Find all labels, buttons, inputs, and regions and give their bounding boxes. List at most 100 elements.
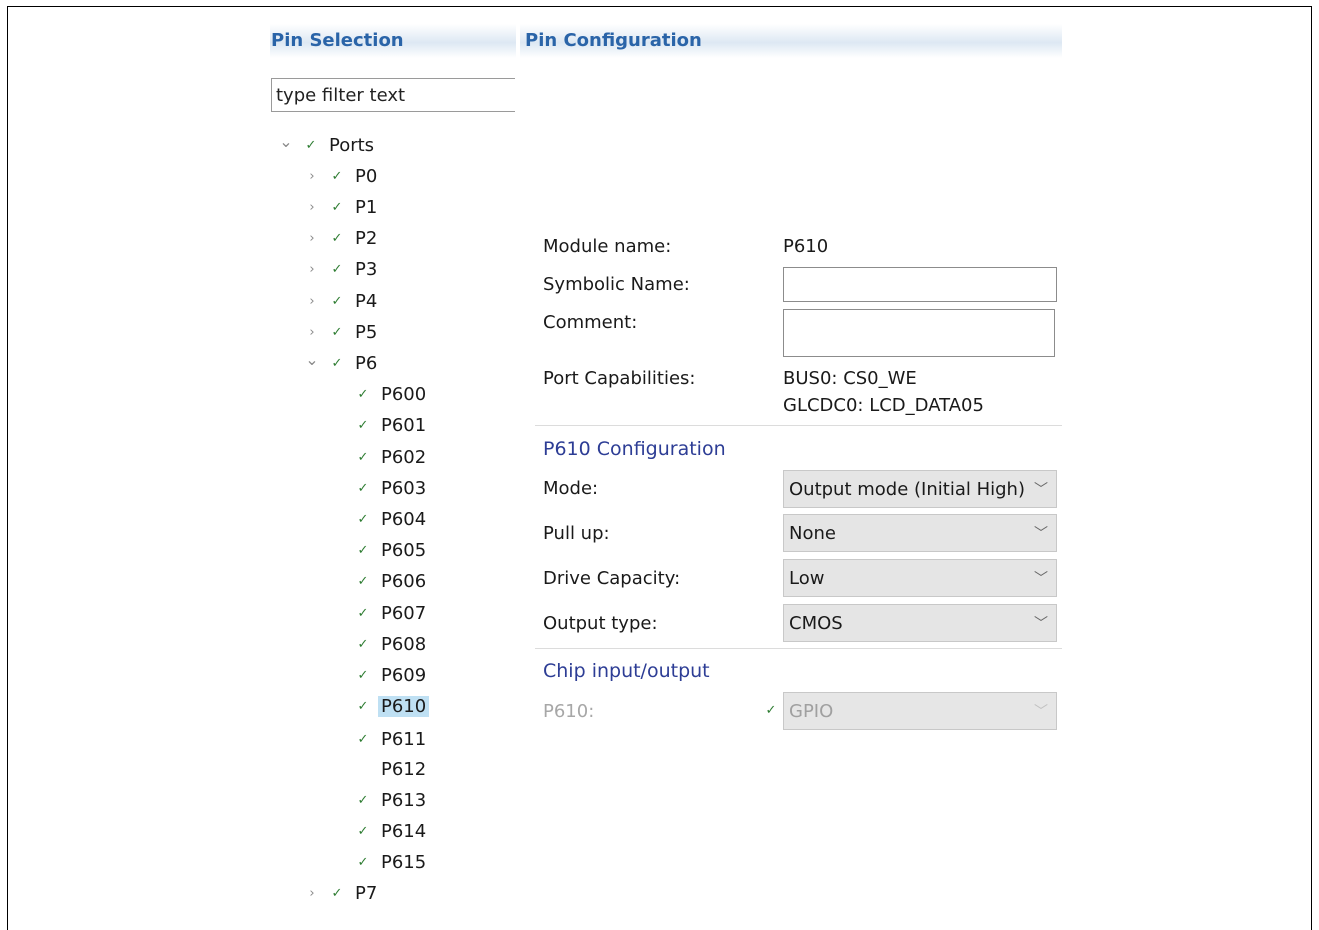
chevron-down-icon: ﹀: [1034, 526, 1048, 542]
tree-item-p603[interactable]: ✓ P603: [357, 474, 427, 502]
tree-item-p1[interactable]: › ✓ P1: [305, 193, 377, 221]
tree-item-label: P606: [381, 571, 427, 593]
tree-item-label: P0: [355, 165, 378, 187]
tree-item-label: P604: [381, 508, 427, 530]
mode-select[interactable]: Output mode (Initial High) ﹀: [783, 470, 1057, 508]
chip-input-output-heading: Chip input/output: [543, 660, 710, 682]
tree-item-p601[interactable]: ✓ P601: [357, 412, 427, 440]
tree-item-p609[interactable]: ✓ P609: [357, 661, 427, 689]
tree-item-label: P1: [355, 196, 378, 218]
filter-input[interactable]: type filter text: [271, 78, 515, 112]
chevron-down-icon: ﹀: [1034, 616, 1048, 632]
drive-capacity-label: Drive Capacity:: [543, 568, 681, 589]
check-icon: ✓: [357, 762, 369, 777]
pull-up-label: Pull up:: [543, 523, 610, 544]
check-icon: ✓: [357, 667, 369, 683]
module-name-value: P610: [783, 236, 829, 257]
check-icon: ✓: [357, 511, 369, 527]
tree-item-p612[interactable]: ✓ P612: [357, 755, 426, 783]
check-icon: ✓: [331, 293, 343, 309]
pin-selection-title: Pin Selection: [271, 30, 404, 51]
chip-pin-label: P610:: [543, 701, 595, 722]
chevron-right-icon[interactable]: ›: [305, 325, 319, 340]
check-icon: ✓: [357, 449, 369, 465]
check-icon: ✓: [357, 480, 369, 496]
chevron-down-icon[interactable]: ⌄: [279, 132, 293, 151]
tree-item-p606[interactable]: ✓ P606: [357, 568, 427, 596]
chevron-right-icon[interactable]: ›: [305, 886, 319, 901]
chevron-down-icon[interactable]: ⌄: [305, 350, 319, 369]
check-icon: ✓: [331, 262, 343, 278]
chevron-down-icon: ﹀: [1034, 571, 1048, 587]
tree-item-p608[interactable]: ✓ P608: [357, 630, 427, 658]
tree-item-ports[interactable]: ⌄ ✓ Ports: [279, 131, 374, 159]
tree-item-p615[interactable]: ✓ P615: [357, 849, 427, 877]
tree-item-label: P611: [381, 729, 427, 751]
check-icon: ✓: [357, 574, 369, 590]
tree-item-p6[interactable]: ⌄ ✓ P6: [305, 349, 377, 377]
tree-item-label: P602: [381, 446, 427, 468]
tree-item-p604[interactable]: ✓ P604: [357, 505, 427, 533]
symbolic-name-field[interactable]: [783, 267, 1057, 302]
check-icon: ✓: [357, 823, 369, 839]
drive-capacity-select[interactable]: Low ﹀: [783, 559, 1057, 597]
tree-item-p610[interactable]: ✓ P610: [357, 693, 430, 721]
chip-pin-select-value: GPIO: [789, 701, 834, 722]
output-type-select[interactable]: CMOS ﹀: [783, 604, 1057, 642]
tree-item-label: P3: [355, 259, 378, 281]
tree-item-p605[interactable]: ✓ P605: [357, 537, 427, 565]
tree-item-p613[interactable]: ✓ P613: [357, 786, 427, 814]
tree-item-p2[interactable]: › ✓ P2: [305, 225, 377, 253]
tree-item-label: P615: [381, 852, 427, 874]
chevron-right-icon[interactable]: ›: [305, 231, 319, 246]
check-icon: ✓: [331, 199, 343, 215]
check-icon: ✓: [331, 231, 343, 247]
tree-item-p4[interactable]: › ✓ P4: [305, 287, 377, 315]
chip-pin-select[interactable]: GPIO ﹀: [783, 692, 1057, 730]
mode-select-value: Output mode (Initial High): [789, 479, 1025, 500]
tree-item-label: P6: [355, 352, 378, 374]
chevron-right-icon[interactable]: ›: [305, 262, 319, 277]
tree-item-label: P605: [381, 540, 427, 562]
check-icon: ✓: [357, 543, 369, 559]
tree-item-label: P7: [355, 883, 378, 905]
port-capability-2: GLCDC0: LCD_DATA05: [783, 395, 984, 416]
comment-label: Comment:: [543, 312, 638, 333]
output-type-label: Output type:: [543, 613, 658, 634]
tree-item-p607[interactable]: ✓ P607: [357, 599, 427, 627]
chevron-right-icon[interactable]: ›: [305, 294, 319, 309]
check-icon: ✓: [357, 699, 369, 715]
symbolic-name-label: Symbolic Name:: [543, 274, 690, 295]
check-icon: ✓: [357, 636, 369, 652]
tree-item-p0[interactable]: › ✓ P0: [305, 162, 377, 190]
tree-item-label: P600: [381, 384, 427, 406]
divider: [535, 648, 1062, 649]
divider: [535, 425, 1062, 426]
tree-item-label: P607: [381, 602, 427, 624]
pull-up-select[interactable]: None ﹀: [783, 514, 1057, 552]
drive-capacity-select-value: Low: [789, 568, 825, 589]
tree-item-p5[interactable]: › ✓ P5: [305, 318, 377, 346]
tree-item-p7[interactable]: › ✓ P7: [305, 880, 377, 908]
check-icon: ✓: [331, 168, 343, 184]
p610-configuration-heading: P610 Configuration: [543, 438, 726, 460]
tree-item-label: P614: [381, 820, 427, 842]
chevron-down-icon: ﹀: [1034, 704, 1048, 720]
comment-field[interactable]: [783, 309, 1055, 357]
mode-label: Mode:: [543, 478, 599, 499]
tree-item-label: P601: [381, 415, 427, 437]
tree-item-p611[interactable]: ✓ P611: [357, 726, 427, 754]
module-name-label: Module name:: [543, 236, 672, 257]
pin-configuration-title: Pin Configuration: [525, 30, 702, 51]
chevron-right-icon[interactable]: ›: [305, 200, 319, 215]
tree-item-p3[interactable]: › ✓ P3: [305, 256, 377, 284]
port-capability-1: BUS0: CS0_WE: [783, 368, 917, 389]
tree-item-p602[interactable]: ✓ P602: [357, 443, 427, 471]
check-icon: ✓: [357, 732, 369, 748]
tree-item-p600[interactable]: ✓ P600: [357, 381, 427, 409]
chevron-right-icon[interactable]: ›: [305, 169, 319, 184]
tree-item-p614[interactable]: ✓ P614: [357, 817, 427, 845]
tree-item-label: P603: [381, 477, 427, 499]
port-capabilities-label: Port Capabilities:: [543, 368, 696, 389]
check-icon: ✓: [357, 855, 369, 871]
